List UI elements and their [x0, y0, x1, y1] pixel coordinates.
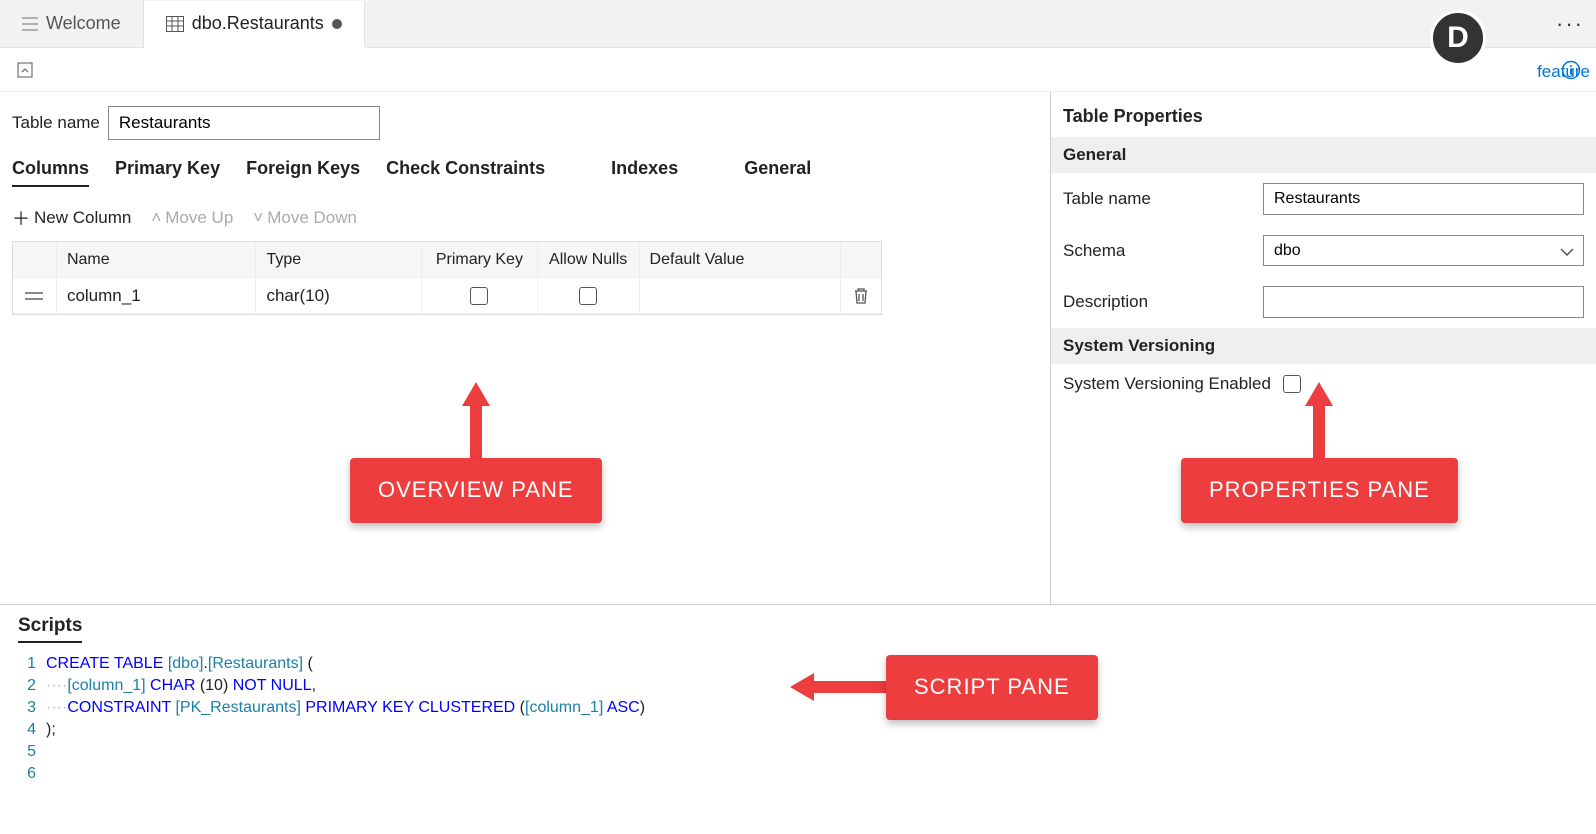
designer-tabs: Columns Primary Key Foreign Keys Check C…	[12, 158, 1038, 187]
prop-table-name-input[interactable]	[1263, 183, 1584, 215]
more-icon[interactable]: ···	[1556, 11, 1584, 37]
prop-description-label: Description	[1063, 292, 1251, 312]
col-header-name: Name	[57, 242, 257, 277]
chevron-down-icon: ˅	[253, 208, 263, 228]
prop-schema-select[interactable]: dbo	[1263, 235, 1584, 266]
designer-toolbar	[0, 48, 1596, 92]
scripts-pane: Scripts 1CREATE TABLE [dbo].[Restaurants…	[0, 604, 1596, 834]
properties-title: Table Properties	[1051, 92, 1596, 137]
cell-default[interactable]	[640, 278, 842, 313]
table-name-label: Table name	[12, 113, 100, 133]
tab-strip: Welcome dbo.Restaurants ···	[0, 0, 1596, 48]
dtab-check-constraints[interactable]: Check Constraints	[386, 158, 545, 185]
section-sysver: System Versioning	[1051, 328, 1596, 364]
dtab-columns[interactable]: Columns	[12, 158, 89, 187]
prop-table-name-label: Table name	[1063, 189, 1251, 209]
col-header-default: Default Value	[640, 242, 842, 277]
prop-sysver-label: System Versioning Enabled	[1063, 374, 1271, 394]
dtab-primary-key[interactable]: Primary Key	[115, 158, 220, 185]
dtab-indexes[interactable]: Indexes	[611, 158, 678, 185]
tab-welcome[interactable]: Welcome	[0, 0, 144, 47]
callout-overview: OVERVIEW PANE	[350, 382, 602, 523]
nulls-checkbox[interactable]	[579, 287, 597, 305]
scripts-title: Scripts	[18, 615, 82, 643]
overview-pane: Table name Columns Primary Key Foreign K…	[0, 92, 1050, 604]
col-header-nulls: Allow Nulls	[538, 242, 640, 277]
dtab-general[interactable]: General	[744, 158, 811, 185]
move-down-button[interactable]: ˅ Move Down	[253, 208, 357, 228]
section-general: General	[1051, 137, 1596, 173]
plus-icon: ＋	[12, 205, 30, 231]
avatar[interactable]: D	[1430, 10, 1486, 66]
columns-grid: Name Type Primary Key Allow Nulls Defaul…	[12, 241, 882, 315]
delete-row-button[interactable]	[841, 278, 881, 313]
cell-name[interactable]: column_1	[57, 278, 257, 313]
properties-pane: Table Properties General Table name Sche…	[1050, 92, 1596, 604]
pk-checkbox[interactable]	[470, 287, 488, 305]
dirty-indicator-icon	[332, 19, 342, 29]
cell-type[interactable]: char(10)	[256, 278, 422, 313]
tab-active[interactable]: dbo.Restaurants	[144, 1, 365, 48]
tab-welcome-label: Welcome	[46, 13, 121, 34]
feature-link[interactable]: feature	[1537, 62, 1590, 82]
dtab-foreign-keys[interactable]: Foreign Keys	[246, 158, 360, 185]
sysver-checkbox[interactable]	[1283, 375, 1301, 393]
col-header-pk: Primary Key	[422, 242, 538, 277]
drag-handle-icon[interactable]	[13, 278, 57, 313]
col-header-type: Type	[256, 242, 422, 277]
publish-icon[interactable]	[14, 59, 36, 81]
sql-editor[interactable]: 1CREATE TABLE [dbo].[Restaurants] (2····…	[18, 653, 1578, 785]
menu-icon	[22, 17, 38, 31]
tab-active-label: dbo.Restaurants	[192, 13, 324, 34]
table-icon	[166, 16, 184, 32]
table-name-input[interactable]	[108, 106, 380, 140]
table-row[interactable]: column_1 char(10)	[13, 278, 881, 314]
prop-description-input[interactable]	[1263, 286, 1584, 318]
move-up-button[interactable]: ˄ Move Up	[151, 208, 233, 228]
new-column-button[interactable]: ＋New Column	[12, 205, 131, 231]
prop-schema-label: Schema	[1063, 241, 1251, 261]
chevron-up-icon: ˄	[151, 208, 161, 228]
